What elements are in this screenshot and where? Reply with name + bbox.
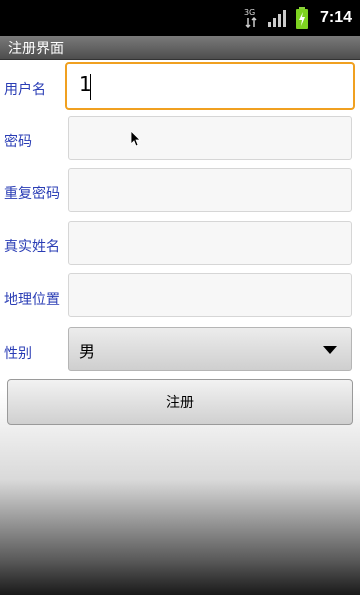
confirm-password-label: 重复密码 [4, 186, 60, 202]
status-clock: 7:14 [319, 9, 352, 26]
battery-charging-icon [295, 7, 308, 29]
gender-selected-value: 男 [79, 342, 96, 361]
status-bar: 3G 7:14 [0, 0, 360, 36]
location-field[interactable] [68, 273, 352, 317]
page-title: 注册界面 [8, 41, 64, 57]
password-field[interactable] [68, 116, 352, 160]
dropdown-arrow-icon [323, 346, 337, 354]
mouse-cursor-icon [130, 130, 141, 151]
real-name-label: 真实姓名 [4, 239, 60, 255]
username-field[interactable]: 1 [65, 62, 355, 110]
confirm-password-field[interactable] [68, 168, 352, 212]
location-label: 地理位置 [4, 292, 60, 308]
status-icons: 3G 7:14 [244, 0, 352, 36]
register-form: 用户名 1 密码 重复密码 真实姓名 地理位置 性别 男 注册 [0, 60, 360, 595]
real-name-field[interactable] [68, 221, 352, 265]
text-caret [90, 74, 91, 100]
gender-spinner[interactable]: 男 [68, 327, 352, 371]
signal-icon [267, 9, 288, 27]
title-bar: 注册界面 [0, 36, 360, 60]
register-button[interactable]: 注册 [7, 379, 353, 425]
password-label: 密码 [4, 134, 32, 150]
register-button-label: 注册 [166, 395, 194, 411]
username-label: 用户名 [4, 82, 46, 98]
gender-label: 性别 [4, 346, 32, 362]
network-3g-icon: 3G [244, 8, 260, 28]
